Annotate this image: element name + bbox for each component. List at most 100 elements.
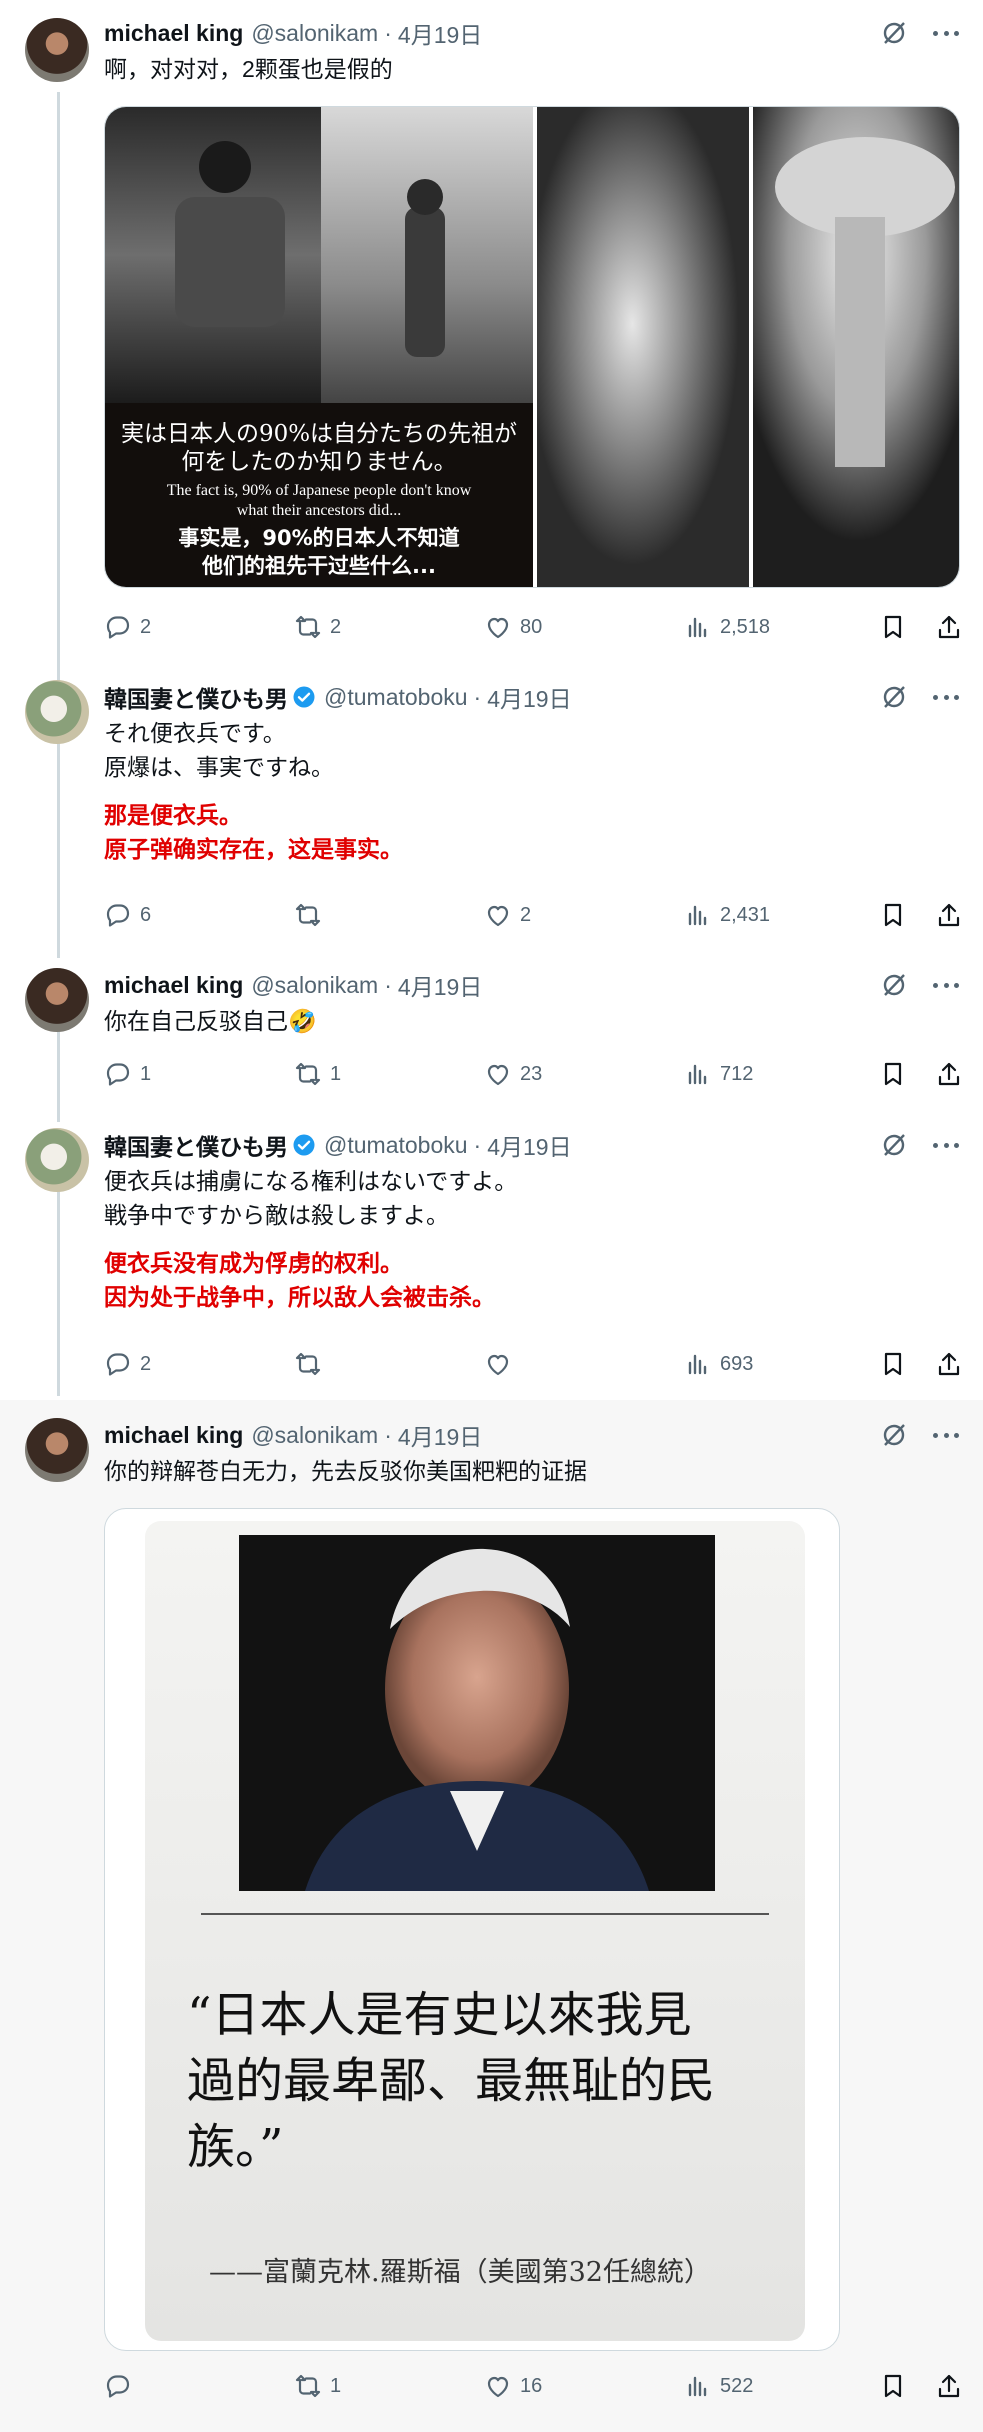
repost-icon [295,2374,321,2398]
more-icon[interactable] [931,18,961,48]
tweet-top-icons [879,682,961,712]
grok-icon[interactable] [879,1130,909,1160]
tweet-actions: 1 1 23 712 [104,1056,963,1092]
caption-jp-1: 実は日本人の90%は自分たちの先祖が [121,421,517,447]
like-count: 80 [520,615,543,638]
repost-button[interactable]: 2 [294,609,341,645]
views-icon [688,905,707,926]
more-icon[interactable] [931,1420,961,1450]
quote-line-2: 過的最卑鄙、最無耻的民 [187,2053,715,2109]
repost-button[interactable] [294,1346,330,1382]
tweet-text: 你在自己反驳自己🤣 [104,1008,317,1034]
repost-button[interactable] [294,897,330,933]
reply-button[interactable] [104,2368,140,2404]
views-button[interactable]: 693 [684,1346,753,1382]
translation-line: 那是便衣兵。 [104,802,242,828]
like-button[interactable]: 16 [484,2368,542,2404]
grok-icon[interactable] [879,682,909,712]
author-name[interactable]: michael king [104,20,243,47]
tweet-header: michael king @salonikam · 4月19日 [104,968,482,1002]
timestamp[interactable]: 4月19日 [398,968,482,1002]
grok-icon[interactable] [879,970,909,1000]
tweet[interactable]: michael king @salonikam · 4月19日 啊，对对对，2颗… [0,0,983,670]
tweet-image[interactable]: “日本人是有史以來我見 過的最卑鄙、最無耻的民 族。” ——富蘭克林.羅斯福（美… [104,1508,840,2351]
repost-count: 1 [330,1062,342,1085]
like-button[interactable]: 2 [484,897,531,933]
tweet-header: michael king @salonikam · 4月19日 [104,16,482,50]
more-icon[interactable] [931,970,961,1000]
author-handle[interactable]: @tumatoboku [324,1132,468,1159]
separator: · [384,19,392,46]
tweet-text: 啊，对对对，2颗蛋也是假的 [104,56,393,82]
tweet-highlighted[interactable]: michael king @salonikam · 4月19日 你的辩解苍白无力… [0,1400,983,2432]
author-handle[interactable]: @salonikam [251,972,378,999]
tweet[interactable]: michael king @salonikam · 4月19日 你在自己反驳自己… [0,950,983,1110]
reply-button[interactable]: 1 [104,1056,151,1092]
repost-button[interactable]: 1 [294,1056,341,1092]
tweet-image[interactable]: 実は日本人の90%は自分たちの先祖が 何をしたのか知りません。 The fact… [104,106,960,588]
timestamp[interactable]: 4月19日 [487,1128,571,1162]
author-handle[interactable]: @tumatoboku [324,684,468,711]
avatar[interactable] [25,968,89,1032]
tweet-actions: 2 693 [104,1346,963,1382]
bookmark-button[interactable] [879,1346,907,1382]
quote-image: “日本人是有史以來我見 過的最卑鄙、最無耻的民 族。” ——富蘭克林.羅斯福（美… [145,1521,805,2341]
tweet[interactable]: 韓国妻と僕ひも男 @tumatoboku · 4月19日 便衣兵は捕虜になる権利… [0,1110,983,1400]
reply-button[interactable]: 6 [104,897,151,933]
avatar[interactable] [25,18,89,82]
reply-icon [106,904,130,927]
share-button[interactable] [935,2368,963,2404]
views-button[interactable]: 522 [684,2368,753,2404]
reply-icon [106,1063,130,1086]
bookmark-button[interactable] [879,1056,907,1092]
author-handle[interactable]: @salonikam [251,20,378,47]
avatar[interactable] [25,680,89,744]
quote-line-1: “日本人是有史以來我見 [187,1987,692,2043]
tweet-text-line: 便衣兵は捕虜になる権利はないですよ。 [104,1168,518,1194]
author-name[interactable]: michael king [104,1422,243,1449]
views-button[interactable]: 2,431 [684,897,770,933]
timestamp[interactable]: 4月19日 [398,16,482,50]
repost-button[interactable]: 1 [294,2368,341,2404]
tweet-top-icons [879,1420,961,1450]
avatar[interactable] [25,1128,89,1192]
tweet-actions: 1 16 522 [104,2368,963,2404]
more-icon[interactable] [931,682,961,712]
tweet-top-icons [879,970,961,1000]
like-button[interactable] [484,1346,520,1382]
grok-icon[interactable] [879,1420,909,1450]
like-button[interactable]: 23 [484,1056,542,1092]
bookmark-button[interactable] [879,609,907,645]
views-count: 2,518 [720,615,771,638]
author-handle[interactable]: @salonikam [251,1422,378,1449]
views-button[interactable]: 712 [684,1056,753,1092]
views-button[interactable]: 2,518 [684,609,770,645]
grok-icon[interactable] [879,18,909,48]
bookmark-button[interactable] [879,897,907,933]
timestamp[interactable]: 4月19日 [487,680,571,714]
views-icon [688,617,707,638]
views-count: 712 [720,1062,754,1085]
more-icon[interactable] [931,1130,961,1160]
caption-zh-1: 事实是，90%的日本人不知道 [178,526,459,550]
author-name[interactable]: 韓国妻と僕ひも男 [104,1128,288,1162]
author-name[interactable]: michael king [104,972,243,999]
author-name[interactable]: 韓国妻と僕ひも男 [104,680,288,714]
tweet[interactable]: 韓国妻と僕ひも男 @tumatoboku · 4月19日 それ便衣兵です。 原爆… [0,670,983,950]
share-button[interactable] [935,1056,963,1092]
reply-button[interactable]: 2 [104,1346,151,1382]
bookmark-icon [884,1352,902,1376]
share-button[interactable] [935,1346,963,1382]
reply-button[interactable]: 2 [104,609,151,645]
like-button[interactable]: 80 [484,609,542,645]
share-button[interactable] [935,897,963,933]
bookmark-button[interactable] [879,2368,907,2404]
avatar[interactable] [25,1418,89,1482]
reply-count: 1 [140,1062,152,1085]
reply-icon [106,616,130,639]
share-icon [938,615,960,639]
verified-badge-icon [293,686,315,708]
share-button[interactable] [935,609,963,645]
photo-collage: 実は日本人の90%は自分たちの先祖が 何をしたのか知りません。 The fact… [105,107,959,587]
timestamp[interactable]: 4月19日 [398,1418,482,1452]
